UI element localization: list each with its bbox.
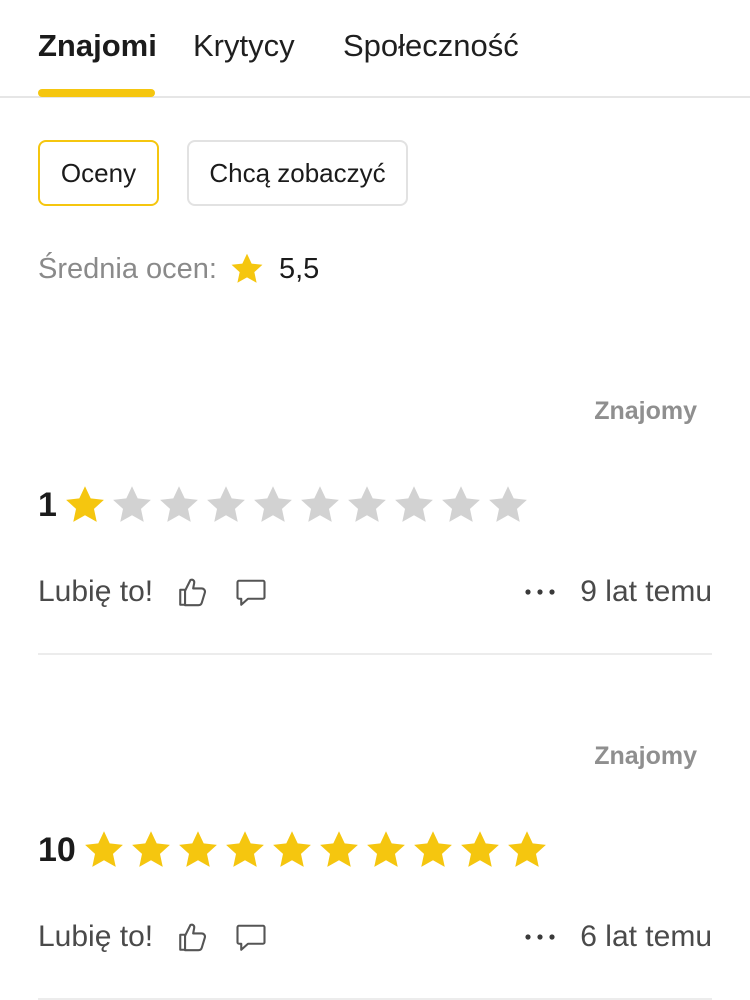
thumbs-up-icon[interactable]	[175, 574, 211, 610]
rating-stars	[63, 483, 533, 527]
filter-ratings-label: Oceny	[60, 157, 137, 188]
review-actions: Lubię to! 9 lat temu	[38, 570, 712, 614]
like-link[interactable]: Lubię to!	[38, 575, 153, 609]
review-time: 6 lat temu	[580, 920, 712, 953]
star-empty-icon	[486, 483, 530, 527]
reviewer-relation: Znajomy	[594, 742, 697, 770]
star-empty-icon	[392, 483, 436, 527]
tab-krytycy[interactable]: Krytycy	[193, 28, 295, 64]
reviewer-relation: Znajomy	[594, 397, 697, 425]
tab-spolecznosc[interactable]: Społeczność	[343, 28, 519, 64]
star-filled-icon	[270, 828, 314, 872]
rating-row: 1	[38, 480, 533, 530]
review-time: 9 lat temu	[580, 575, 712, 608]
star-filled-icon	[223, 828, 267, 872]
review-item: Znajomy 10 Lubię to! 6 lat temu	[0, 700, 750, 1000]
more-dots-icon[interactable]	[522, 919, 558, 955]
rating-number: 10	[38, 830, 76, 869]
average-rating: Średnia ocen: 5,5	[38, 247, 319, 291]
page: Znajomi Krytycy Społeczność Oceny Chcą z…	[0, 0, 750, 1000]
average-rating-label: Średnia ocen:	[38, 252, 217, 285]
star-empty-icon	[298, 483, 342, 527]
star-filled-icon	[505, 828, 549, 872]
star-filled-icon	[364, 828, 408, 872]
star-filled-icon	[411, 828, 455, 872]
star-filled-icon	[63, 483, 107, 527]
rating-number: 1	[38, 485, 57, 524]
filter-want-to-see-label: Chcą zobaczyć	[209, 157, 386, 188]
star-filled-icon	[129, 828, 173, 872]
divider	[38, 653, 712, 655]
thumbs-up-icon[interactable]	[175, 919, 211, 955]
star-icon	[231, 253, 263, 283]
star-empty-icon	[110, 483, 154, 527]
active-tab-indicator	[38, 89, 155, 97]
tab-bar: Znajomi Krytycy Społeczność	[0, 0, 750, 98]
filter-want-to-see-button[interactable]: Chcą zobaczyć	[187, 140, 408, 206]
rating-stars	[82, 828, 552, 872]
star-empty-icon	[345, 483, 389, 527]
comment-icon[interactable]	[233, 919, 269, 955]
average-rating-value: 5,5	[278, 252, 320, 285]
more-dots-icon[interactable]	[522, 574, 558, 610]
tab-znajomi[interactable]: Znajomi	[38, 28, 157, 64]
star-empty-icon	[251, 483, 295, 527]
review-item: Znajomy 1 Lubię to! 9 lat temu	[0, 355, 750, 655]
rating-row: 10	[38, 825, 552, 875]
star-filled-icon	[82, 828, 126, 872]
star-filled-icon	[317, 828, 361, 872]
star-filled-icon	[176, 828, 220, 872]
star-filled-icon	[458, 828, 502, 872]
star-empty-icon	[439, 483, 483, 527]
star-empty-icon	[157, 483, 201, 527]
filter-ratings-button[interactable]: Oceny	[38, 140, 159, 206]
star-empty-icon	[204, 483, 248, 527]
review-actions: Lubię to! 6 lat temu	[38, 915, 712, 959]
comment-icon[interactable]	[233, 574, 269, 610]
like-link[interactable]: Lubię to!	[38, 920, 153, 954]
